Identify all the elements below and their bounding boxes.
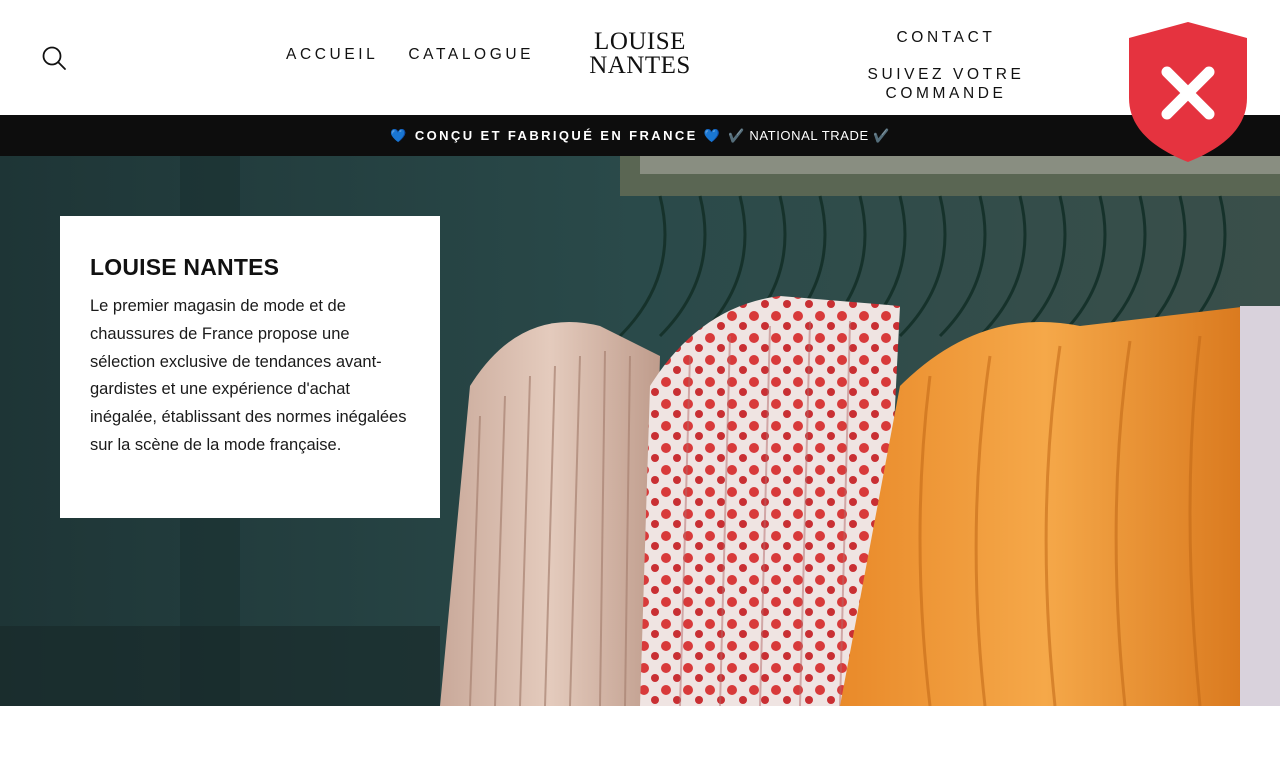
- nav-link-track-order[interactable]: SUIVEZ VOTRE COMMANDE: [815, 65, 1077, 103]
- hero-text-card: LOUISE NANTES Le premier magasin de mode…: [60, 216, 440, 518]
- hero-description: Le premier magasin de mode et de chaussu…: [90, 297, 407, 454]
- logo-line-2: NANTES: [589, 52, 691, 79]
- shield-close-icon: [1129, 22, 1247, 162]
- nav-link-catalogue[interactable]: CATALOGUE: [408, 46, 534, 64]
- nav-link-accueil[interactable]: ACCUEIL: [286, 46, 378, 64]
- page-below-hero: [0, 706, 1280, 768]
- search-icon: [42, 46, 66, 70]
- security-shield-badge[interactable]: [1127, 20, 1249, 164]
- main-nav-left: ACCUEIL CATALOGUE: [286, 46, 534, 64]
- main-nav-right: CONTACT SUIVEZ VOTRE COMMANDE: [815, 28, 1077, 103]
- search-button[interactable]: [40, 44, 68, 72]
- announcement-made-in-france: 💙 CONÇU ET FABRIQUÉ EN FRANCE 💙: [390, 127, 723, 143]
- nav-link-contact[interactable]: CONTACT: [815, 28, 1077, 47]
- site-logo[interactable]: LOUISE NANTES: [578, 28, 702, 79]
- announcement-national-trade: ✔️ NATIONAL TRADE ✔️: [728, 127, 890, 143]
- hero-title: LOUISE NANTES: [90, 254, 280, 280]
- logo-line-1: LOUISE: [594, 28, 686, 55]
- site-header: ACCUEIL CATALOGUE LOUISE NANTES CONTACT …: [0, 0, 1280, 115]
- announcement-bar: 💙 CONÇU ET FABRIQUÉ EN FRANCE 💙 ✔️ NATIO…: [0, 115, 1280, 156]
